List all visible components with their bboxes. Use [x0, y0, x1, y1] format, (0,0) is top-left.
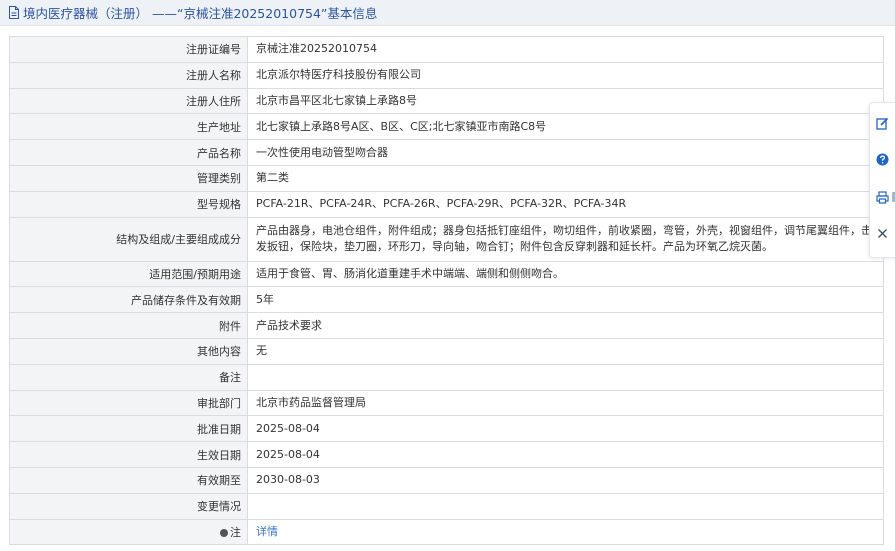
field-value: PCFA-21R、PCFA-24R、PCFA-26R、PCFA-29R、PCFA…: [247, 190, 884, 218]
page-header: 境内医疗器械（注册） ——“京械注准20252010754”基本信息: [0, 0, 895, 26]
field-label: 结构及组成/主要组成成分: [9, 216, 248, 262]
table-row: 生产地址 北七家镇上承路8号A区、B区、C区;北七家镇亚市南路C8号: [9, 113, 884, 141]
help-button[interactable]: [870, 141, 895, 177]
field-value: 第二类: [247, 164, 884, 192]
table-row: 结构及组成/主要组成成分 产品由器身，电池仓组件，附件组成；器身包括抵钉座组件，…: [9, 216, 884, 262]
field-label: 产品名称: [9, 139, 248, 166]
field-value: 一次性使用电动管型吻合器: [247, 139, 884, 166]
field-value: 北七家镇上承路8号A区、B区、C区;北七家镇亚市南路C8号: [247, 113, 884, 141]
table-row: 管理类别 第二类: [9, 164, 884, 192]
edit-icon: [876, 117, 889, 130]
field-label: 注: [230, 525, 241, 539]
field-label: 生效日期: [9, 441, 248, 468]
table-row: 产品储存条件及有效期 5年: [9, 286, 884, 314]
table-row: 适用范围/预期用途 适用于食管、胃、肠消化道重建手术中端端、端侧和侧侧吻合。: [9, 260, 884, 288]
table-row: 型号规格 PCFA-21R、PCFA-24R、PCFA-26R、PCFA-29R…: [9, 190, 884, 218]
table-row: 注 详情: [9, 518, 884, 546]
field-value: 产品由器身，电池仓组件，附件组成；器身包括抵钉座组件，吻切组件，前收紧圈，弯管，…: [247, 216, 884, 262]
table-row: 附件 产品技术要求: [9, 312, 884, 339]
field-value: 5年: [247, 286, 884, 314]
field-label: 注册人名称: [9, 61, 248, 89]
edit-button[interactable]: [870, 105, 895, 141]
note-value-cell: 详情: [247, 518, 884, 546]
table-row: 生效日期 2025-08-04: [9, 441, 884, 468]
help-icon: [876, 153, 889, 165]
registration-info-table: 注册证编号 京械注准20252010754 注册人名称 北京派尔特医疗科技股份有…: [9, 36, 884, 546]
field-label: 产品储存条件及有效期: [9, 286, 248, 314]
table-row: 变更情况: [9, 492, 884, 520]
field-value: 2025-08-04: [247, 415, 884, 443]
close-button[interactable]: [870, 215, 895, 251]
field-value: 北京市昌平区北七家镇上承路8号: [247, 87, 884, 115]
page-title: 境内医疗器械（注册） ——“京械注准20252010754”基本信息: [23, 6, 378, 21]
document-icon: [9, 6, 19, 19]
close-icon: [878, 228, 887, 238]
field-value: 适用于食管、胃、肠消化道重建手术中端端、端侧和侧侧吻合。: [247, 260, 884, 288]
table-row: 批准日期 2025-08-04: [9, 415, 884, 443]
table-row: 有效期至 2030-08-03: [9, 466, 884, 494]
field-label: 其他内容: [9, 337, 248, 365]
table-row: 审批部门 北京市药品监督管理局: [9, 389, 884, 417]
field-label: 附件: [9, 312, 248, 339]
field-label: 生产地址: [9, 113, 248, 141]
details-link[interactable]: 详情: [256, 525, 278, 538]
field-value: 北京市药品监督管理局: [247, 389, 884, 417]
print-icon: [876, 190, 889, 204]
table-row: 注册证编号 京械注准20252010754: [9, 36, 884, 63]
field-label: 管理类别: [9, 164, 248, 192]
field-value: [247, 492, 884, 520]
field-label: 注册证编号: [9, 36, 248, 63]
location-pin-icon: [220, 528, 228, 537]
note-label-cell: 注: [9, 518, 248, 546]
field-label: 变更情况: [9, 492, 248, 520]
table-row: 产品名称 一次性使用电动管型吻合器: [9, 139, 884, 166]
field-value: 无: [247, 337, 884, 365]
field-value: 2030-08-03: [247, 466, 884, 494]
field-label: 有效期至: [9, 466, 248, 494]
table-row: 注册人名称 北京派尔特医疗科技股份有限公司: [9, 61, 884, 89]
field-label: 备注: [9, 363, 248, 391]
field-value: 产品技术要求: [247, 312, 884, 339]
table-row: 其他内容 无: [9, 337, 884, 365]
field-label: 型号规格: [9, 190, 248, 218]
print-button[interactable]: [870, 179, 895, 215]
field-value: 2025-08-04: [247, 441, 884, 468]
field-label: 注册人住所: [9, 87, 248, 115]
field-label: 适用范围/预期用途: [9, 260, 248, 288]
table-row: 注册人住所 北京市昌平区北七家镇上承路8号: [9, 87, 884, 115]
table-row: 备注: [9, 363, 884, 391]
field-label: 审批部门: [9, 389, 248, 417]
floating-toolbar: [869, 102, 895, 258]
field-label: 批准日期: [9, 415, 248, 443]
field-value: [247, 363, 884, 391]
field-value: 京械注准20252010754: [247, 36, 884, 63]
field-value: 北京派尔特医疗科技股份有限公司: [247, 61, 884, 89]
